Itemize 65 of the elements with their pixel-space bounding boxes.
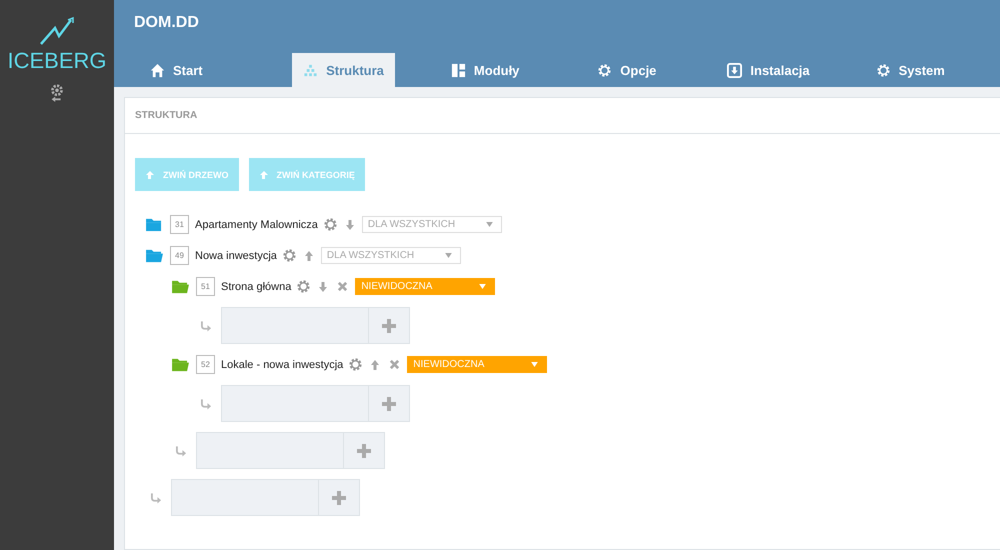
add-button[interactable] [369,307,410,344]
plus-icon [382,396,396,410]
plus-icon [332,490,346,504]
arrow-up-icon[interactable] [370,358,380,370]
id-badge: 52 [196,355,215,374]
caret-icon [444,253,452,258]
nav-tab[interactable]: Start [150,53,254,87]
gear-icon [597,62,612,78]
folder-icon[interactable] [145,248,164,263]
folder-icon[interactable] [171,357,190,372]
node-name[interactable]: Strona główna [221,280,292,292]
name-input-field[interactable] [221,307,369,344]
arrow-up-icon [258,170,268,180]
plus-icon [357,444,371,458]
folder-icon[interactable] [171,279,190,294]
id-badge: 51 [196,277,215,296]
visibility-select[interactable]: DLA WSZYSTKICH [320,247,461,264]
visibility-select[interactable]: NIEWIDOCZNA [407,356,548,373]
arrow-up-icon[interactable] [304,250,314,262]
nav-tab[interactable]: Struktura [292,53,396,87]
plus-icon [382,318,396,332]
node-name[interactable]: Apartamenty Malownicza [195,218,318,230]
add-button[interactable] [319,479,360,516]
settings-icon[interactable] [282,248,297,263]
name-input-field[interactable] [221,385,369,422]
node-name[interactable]: Nowa inwestycja [195,250,277,262]
site-title: DOM.DD [133,13,200,32]
add-button[interactable] [344,432,385,469]
return-arrow-icon [201,398,212,410]
settings-icon[interactable] [348,357,364,372]
logo-icon [37,16,77,46]
add-button[interactable] [369,385,410,422]
logo-text: ICEBERG [7,48,107,74]
return-arrow-icon [201,320,212,332]
settings-icon[interactable] [322,217,338,232]
id-badge: 49 [170,246,189,265]
caret-icon [486,222,493,227]
arrow-down-icon[interactable] [318,280,328,292]
settings-icon[interactable] [48,82,66,104]
arrow-down-icon[interactable] [344,218,355,230]
nav-tab[interactable]: Moduły [433,53,538,87]
nav-tab[interactable]: System [858,53,962,87]
node-name[interactable]: Lokale - nowa inwestycja [221,358,344,370]
panel-title: STRUKTURA [135,110,198,121]
folder-icon[interactable] [145,217,164,232]
nav-tab[interactable]: Opcje [575,53,679,87]
pyramid-icon [303,62,318,78]
visibility-select[interactable]: DLA WSZYSTKICH [362,216,502,233]
close-icon[interactable] [389,359,400,370]
layout-icon [450,62,466,78]
nav-tab[interactable]: Instalacja [716,53,820,87]
settings-icon[interactable] [296,279,312,294]
home-icon [150,62,165,78]
caret-icon [479,284,486,289]
return-arrow-icon [151,492,162,504]
name-input-field[interactable] [171,479,319,516]
caret-icon [531,362,538,367]
id-badge: 31 [170,215,189,234]
name-input-field[interactable] [196,432,344,469]
download-icon [727,62,742,78]
return-arrow-icon [176,444,187,456]
arrow-up-icon [145,170,155,180]
visibility-select[interactable]: NIEWIDOCZNA [355,278,496,295]
gear-icon [876,62,891,78]
close-icon[interactable] [337,281,348,292]
